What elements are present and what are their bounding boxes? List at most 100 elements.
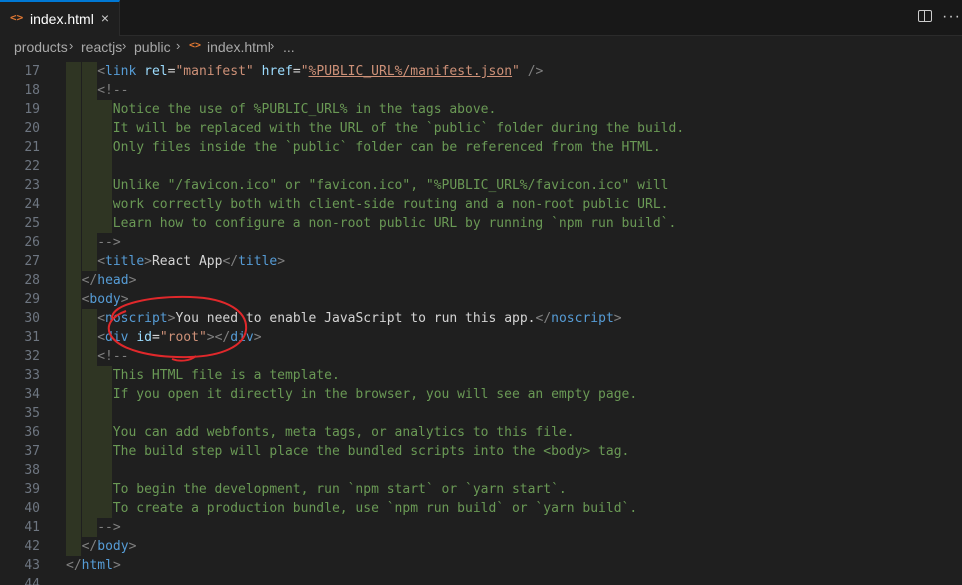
- code-line[interactable]: 30 <noscript>You need to enable JavaScrip…: [0, 309, 962, 328]
- code-token: head: [97, 273, 129, 288]
- code-line[interactable]: 40 To create a production bundle, use `np…: [0, 499, 962, 518]
- code-line[interactable]: 34 If you open it directly in the browser…: [0, 385, 962, 404]
- code-token: <!--: [97, 83, 129, 98]
- code-token: href: [261, 64, 293, 79]
- code-line[interactable]: 39 To begin the development, run `npm sta…: [0, 480, 962, 499]
- indent-guide: [66, 157, 81, 176]
- code-line[interactable]: 43 </html>: [0, 556, 962, 575]
- more-actions-icon[interactable]: ···: [942, 8, 961, 26]
- code-token: If you open it directly in the browser, …: [112, 387, 638, 402]
- code-line[interactable]: 24 work correctly both with client-side r…: [0, 195, 962, 214]
- breadcrumb: products › reactjs › public › <> index.h…: [0, 36, 962, 58]
- code-editor[interactable]: 17 <link rel="manifest" href="%PUBLIC_URL…: [0, 60, 962, 585]
- code-line[interactable]: 31 <div id="root"></div>: [0, 328, 962, 347]
- code-line[interactable]: 19 Notice the use of %PUBLIC_URL% in the …: [0, 100, 962, 119]
- line-number: 30: [24, 311, 40, 326]
- code-token: Only files inside the `public` folder ca…: [112, 140, 661, 155]
- code-text: -->: [97, 233, 120, 252]
- code-token: <: [97, 311, 106, 326]
- code-token: "root": [159, 330, 207, 345]
- code-text: </html>: [66, 556, 121, 575]
- indent-guide: [66, 518, 81, 537]
- code-token: <: [97, 330, 106, 345]
- code-text: The build step will place the bundled sc…: [113, 442, 630, 461]
- line-number: 36: [24, 425, 40, 440]
- indent-guide: [66, 404, 81, 423]
- line-number: 28: [24, 273, 40, 288]
- indent-guide: [66, 366, 81, 385]
- code-token: />: [527, 64, 544, 79]
- breadcrumb-item-products[interactable]: products: [14, 39, 68, 55]
- indent-guide: [81, 195, 97, 214]
- indent-guide: [81, 138, 97, 157]
- indent-guide: [97, 461, 113, 480]
- code-token: You can add webfonts, meta tags, or anal…: [112, 425, 575, 440]
- code-line[interactable]: 23 Unlike "/favicon.ico" or "favicon.ico"…: [0, 176, 962, 195]
- code-token: noscript: [105, 311, 168, 326]
- code-line[interactable]: 33 This HTML file is a template.: [0, 366, 962, 385]
- code-line[interactable]: 28 </head>: [0, 271, 962, 290]
- indent-guide: [81, 347, 97, 366]
- indent-guide: [81, 214, 97, 233]
- code-text: -->: [97, 518, 120, 537]
- code-line[interactable]: 36 You can add webfonts, meta tags, or an…: [0, 423, 962, 442]
- code-line[interactable]: 41 -->: [0, 518, 962, 537]
- code-line[interactable]: 32 <!--: [0, 347, 962, 366]
- indent-guide: [66, 138, 81, 157]
- indent-guide: [66, 176, 81, 195]
- indent-guide: [81, 461, 97, 480]
- code-text: <!--: [97, 347, 128, 366]
- code-token: Learn how to configure a non-root public…: [112, 216, 677, 231]
- code-token: >: [128, 539, 137, 554]
- code-text: <noscript>You need to enable JavaScript …: [97, 309, 621, 328]
- code-token: html: [81, 558, 113, 573]
- tab-index-html[interactable]: <> index.html ×: [0, 0, 120, 36]
- chevron-right-icon: ›: [122, 38, 127, 53]
- breadcrumb-item-public[interactable]: public: [134, 39, 171, 55]
- close-icon[interactable]: ×: [96, 9, 114, 27]
- code-line[interactable]: 21 Only files inside the `public` folder …: [0, 138, 962, 157]
- code-token: It will be replaced with the URL of the …: [112, 121, 685, 136]
- indent-guide: [66, 461, 81, 480]
- code-line[interactable]: 27 <title>React App</title>: [0, 252, 962, 271]
- code-line[interactable]: 25 Learn how to configure a non-root publ…: [0, 214, 962, 233]
- code-token: Unlike "/favicon.ico" or "favicon.ico", …: [112, 178, 669, 193]
- indent-guide: [81, 442, 97, 461]
- line-number: 18: [24, 83, 40, 98]
- code-line[interactable]: 17 <link rel="manifest" href="%PUBLIC_URL…: [0, 62, 962, 81]
- code-line[interactable]: 38: [0, 461, 962, 480]
- indent-guide: [66, 328, 81, 347]
- code-line[interactable]: 29 <body>: [0, 290, 962, 309]
- code-token: noscript: [551, 311, 614, 326]
- code-line[interactable]: 26 -->: [0, 233, 962, 252]
- split-editor-icon[interactable]: [918, 10, 932, 22]
- code-text: If you open it directly in the browser, …: [113, 385, 637, 404]
- indent-guide: [66, 347, 81, 366]
- code-token: ></: [206, 330, 231, 345]
- code-token: >: [112, 558, 121, 573]
- code-token: work correctly both with client-side rou…: [112, 197, 669, 212]
- code-line[interactable]: 18 <!--: [0, 81, 962, 100]
- indent-guide: [81, 328, 97, 347]
- code-line[interactable]: 37 The build step will place the bundled …: [0, 442, 962, 461]
- indent-guide: [66, 480, 81, 499]
- breadcrumb-item-file[interactable]: index.html: [207, 39, 271, 55]
- indent-guide: [81, 100, 97, 119]
- line-number: 40: [24, 501, 40, 516]
- code-text: work correctly both with client-side rou…: [113, 195, 669, 214]
- breadcrumb-item-reactjs[interactable]: reactjs: [81, 39, 122, 55]
- code-token: </: [66, 558, 82, 573]
- chevron-right-icon: ›: [69, 38, 74, 53]
- chevron-right-icon: ›: [270, 38, 275, 53]
- code-line[interactable]: 42 </body>: [0, 537, 962, 556]
- line-number: 31: [24, 330, 40, 345]
- code-line[interactable]: 20 It will be replaced with the URL of th…: [0, 119, 962, 138]
- code-line[interactable]: 35: [0, 404, 962, 423]
- breadcrumb-item-ellipsis[interactable]: ...: [283, 39, 295, 55]
- code-line[interactable]: 22: [0, 157, 962, 176]
- code-line[interactable]: 44: [0, 575, 962, 585]
- indent-guide: [97, 423, 113, 442]
- chevron-right-icon: ›: [176, 38, 181, 53]
